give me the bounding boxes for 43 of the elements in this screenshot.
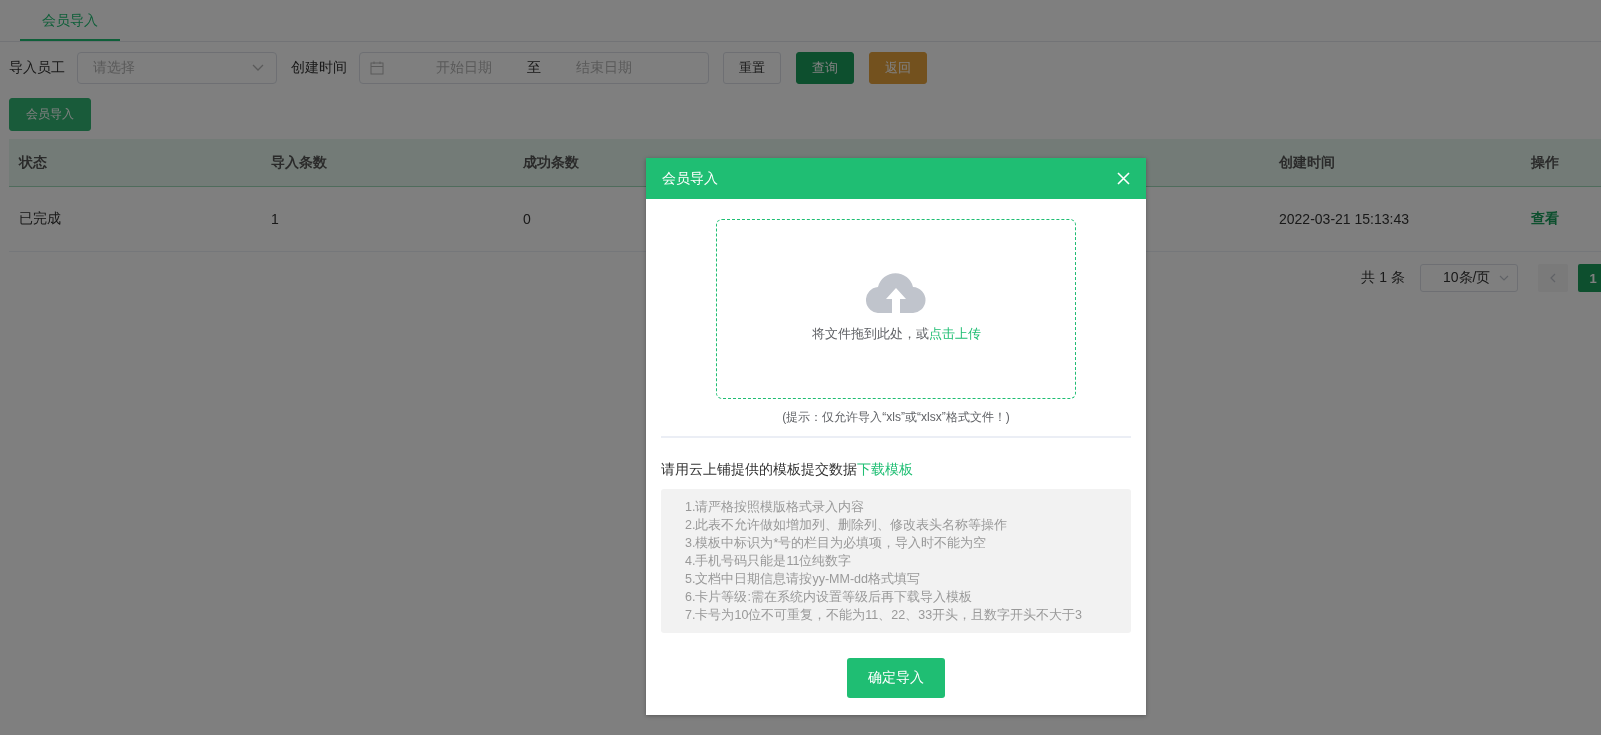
field-label: 创建时间: [291, 59, 347, 77]
column-header: 状态: [17, 153, 48, 172]
column-header: 导入条数: [270, 153, 328, 172]
download-template-link[interactable]: 下载模板: [857, 461, 913, 477]
field-label: 导入员工: [9, 59, 65, 77]
calendar-icon: [370, 61, 384, 75]
rule-text: 1.请严格按照模版格式录入内容: [685, 499, 866, 516]
confirm-import-button[interactable]: 确定导入: [847, 658, 945, 698]
range-separator: 至: [526, 59, 542, 77]
back-button[interactable]: 返回: [869, 52, 927, 84]
upload-drop-zone[interactable]: 将文件拖到此处，或点击上传: [716, 219, 1076, 399]
format-tip: (提示：仅允许导入“xls”或“xlsx”格式文件！): [782, 409, 1010, 426]
page-size-select[interactable]: 10条/页: [1420, 264, 1518, 292]
table-cell-text: 1: [270, 211, 280, 227]
tab[interactable]: 会员导入: [20, 0, 120, 41]
import-button[interactable]: 会员导入: [9, 98, 91, 131]
table-cell-text: 已完成: [18, 210, 62, 228]
rule-text: 7.卡号为10位不可重复，不能为11、22、33开头，且数字开头不大于3: [685, 607, 1084, 624]
close-button[interactable]: [1117, 172, 1130, 185]
rule-text: 2.此表不允许做如增加列、删除列、修改表头名称等操作: [685, 517, 1009, 534]
rule-text: 3.模板中标识为*号的栏目为必填项，导入时不能为空: [685, 535, 988, 552]
search-button[interactable]: 查询: [796, 52, 854, 84]
upload-link[interactable]: 点击上传: [928, 326, 981, 341]
chevron-down-icon: [1499, 275, 1509, 281]
column-header: 操作: [1530, 153, 1560, 172]
column-header: 创建时间: [1278, 153, 1336, 172]
view-link[interactable]: 查看: [1521, 210, 1559, 228]
rule-text: 4.手机号码只能是11位纯数字: [685, 553, 853, 570]
rule-text: 5.文档中日期信息请按yy-MM-dd格式填写: [685, 571, 921, 588]
upload-instruction: 将文件拖到此处，或点击上传: [811, 325, 981, 343]
chevron-left-icon: [1550, 273, 1556, 283]
reset-button[interactable]: 重置: [723, 52, 781, 84]
column-header: 成功条数: [522, 153, 580, 172]
rule-text: 6.卡片等级:需在系统内设置等级后再下载导入模板: [685, 589, 973, 606]
page-number[interactable]: 1: [1578, 264, 1601, 292]
table-cell-text: 2022-03-21 15:13:43: [1278, 211, 1410, 227]
template-instruction: 请用云上铺提供的模板提交数据下载模板: [661, 461, 913, 479]
dialog-title: 会员导入: [662, 169, 718, 188]
table-cell-text: 0: [522, 211, 532, 227]
close-icon: [1117, 172, 1130, 185]
total-count: 共 1 条: [1361, 269, 1405, 287]
chevron-down-icon: [252, 64, 264, 72]
page-size-value: 10条/页: [1443, 269, 1491, 287]
